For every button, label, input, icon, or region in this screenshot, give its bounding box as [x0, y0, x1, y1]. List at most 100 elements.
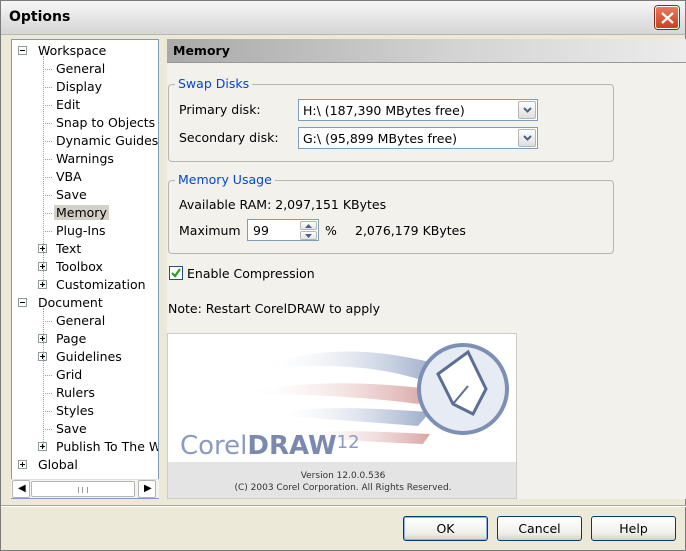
tree-item-customization[interactable]: Customization — [54, 276, 148, 294]
tree-item-label: Display — [56, 79, 103, 94]
increment-button[interactable] — [300, 221, 317, 230]
scroll-right-button[interactable]: ▶ — [138, 480, 156, 498]
primary-disk-dropdown-button[interactable] — [518, 101, 536, 119]
expand-icon[interactable] — [18, 460, 27, 469]
page-title: Memory — [173, 43, 230, 58]
tree-item-dynamic-guides[interactable]: Dynamic Guides — [54, 132, 159, 150]
coreldraw-logo-art: CorelDRAW12 — [180, 343, 509, 461]
tree-item-guidelines[interactable]: Guidelines — [54, 348, 124, 366]
enable-compression-label[interactable]: Enable Compression — [187, 266, 315, 281]
title-bar[interactable]: Options — [1, 1, 685, 35]
tree-item-label: Toolbox — [56, 259, 103, 274]
tree-item-global[interactable]: Global — [36, 456, 80, 474]
tree-item-label: Global — [38, 457, 78, 472]
tree-horizontal-scrollbar[interactable]: ◀ ▶ — [11, 479, 159, 498]
tree-item-edit[interactable]: Edit — [54, 96, 82, 114]
secondary-disk-dropdown-button[interactable] — [518, 129, 536, 147]
tree-item-warnings[interactable]: Warnings — [54, 150, 116, 168]
checkmark-icon — [171, 268, 181, 278]
tree-item-publish-to-the-web[interactable]: Publish To The Web — [54, 438, 158, 456]
tree-item-workspace[interactable]: Workspace — [36, 42, 108, 60]
scroll-thumb[interactable] — [31, 481, 135, 497]
tree-connector — [43, 375, 52, 376]
tree-item-label: VBA — [56, 169, 82, 184]
swap-disks-legend: Swap Disks — [175, 76, 253, 91]
tree-item-display[interactable]: Display — [54, 78, 104, 96]
collapse-icon[interactable] — [18, 298, 27, 307]
scroll-left-icon: ◀ — [18, 483, 26, 494]
tree-connector — [43, 123, 52, 124]
close-button[interactable] — [655, 6, 679, 29]
splash-copyright: (C) 2003 Corel Corporation. All Rights R… — [234, 483, 452, 493]
tree-item-label: Grid — [56, 367, 83, 382]
tree-item-document[interactable]: Document — [36, 294, 105, 312]
tree-item-general[interactable]: General — [54, 60, 107, 78]
scroll-right-icon: ▶ — [144, 483, 152, 494]
tree-item-label: Guidelines — [56, 349, 122, 364]
tree-connector — [43, 213, 52, 214]
options-tree[interactable]: Workspace General Display Edit Snap to Objec… — [11, 39, 159, 499]
splash-logo-text: CorelDRAW12 — [180, 431, 360, 461]
tree-item-label: Dynamic Guides — [56, 133, 159, 148]
coreldraw-splash-image: CorelDRAW12 Version 12.0.0.536 (C) 2003 … — [167, 333, 517, 499]
memory-usage-legend: Memory Usage — [175, 172, 275, 187]
tree-connector — [43, 321, 52, 322]
tree-item-label: Customization — [56, 277, 146, 292]
tree-item-rulers[interactable]: Rulers — [54, 384, 97, 402]
tree-item-save[interactable]: Save — [54, 186, 89, 204]
tree-item-label: Snap to Objects — [56, 115, 156, 130]
tree-item-label: Edit — [56, 97, 81, 112]
secondary-disk-select[interactable]: G:\ (95,899 MBytes free) — [298, 127, 538, 149]
chevron-down-icon — [523, 107, 532, 113]
restart-note: Note: Restart CorelDRAW to apply — [168, 301, 381, 316]
options-dialog: Options Workspace General Display Edit Snap … — [0, 0, 686, 551]
tree-connector — [43, 429, 52, 430]
tree-item-label: Memory — [54, 205, 109, 220]
tree-item-snap-to-objects[interactable]: Snap to Objects — [54, 114, 157, 132]
collapse-icon[interactable] — [18, 46, 27, 55]
tree-item-grid[interactable]: Grid — [54, 366, 84, 384]
window-title: Options — [9, 9, 71, 25]
tree-connector — [43, 159, 52, 160]
chevron-down-icon — [523, 135, 532, 141]
maximum-percent-value[interactable]: 99 — [253, 223, 269, 238]
tree-item-label: Publish To The Web — [56, 439, 158, 454]
cancel-button[interactable]: Cancel — [497, 516, 582, 541]
secondary-disk-value: G:\ (95,899 MBytes free) — [303, 131, 458, 146]
tree-item-memory[interactable]: Memory — [54, 204, 109, 222]
memory-page: Memory Swap Disks Primary disk: H:\ (187… — [167, 39, 686, 499]
tree-item-styles[interactable]: Styles — [54, 402, 96, 420]
page-header: Memory — [167, 39, 686, 63]
tree-item-label: Workspace — [38, 43, 107, 58]
tree-connector — [43, 69, 52, 70]
primary-disk-label: Primary disk: — [179, 102, 261, 117]
memory-usage-group: Memory Usage Available RAM: 2,097,151 KB… — [168, 172, 614, 254]
tree-connector — [43, 177, 52, 178]
maximum-percent-stepper[interactable]: 99 — [247, 219, 319, 241]
tree-item-label: Page — [56, 331, 87, 346]
chevron-up-icon — [305, 224, 312, 228]
tree-connector — [43, 195, 52, 196]
tree-connector — [43, 308, 44, 448]
maximum-label: Maximum — [179, 223, 241, 238]
tree-item-plug-ins[interactable]: Plug-Ins — [54, 222, 108, 240]
enable-compression-checkbox[interactable] — [169, 266, 183, 280]
decrement-button[interactable] — [300, 231, 317, 240]
tree-item-vba[interactable]: VBA — [54, 168, 84, 186]
tree-item-toolbox[interactable]: Toolbox — [54, 258, 105, 276]
splash-version: Version 12.0.0.536 — [300, 471, 386, 481]
primary-disk-select[interactable]: H:\ (187,390 MBytes free) — [298, 99, 538, 121]
scroll-left-button[interactable]: ◀ — [12, 480, 30, 498]
tree-item-text[interactable]: Text — [54, 240, 83, 258]
tree-item-general[interactable]: General — [54, 312, 107, 330]
tree-item-label: Plug-Ins — [56, 223, 106, 238]
tree-item-page[interactable]: Page — [54, 330, 88, 348]
tree-item-label: Rulers — [56, 385, 95, 400]
secondary-disk-label: Secondary disk: — [179, 130, 279, 145]
ok-button[interactable]: OK — [403, 516, 488, 541]
tree-item-label: General — [56, 313, 106, 328]
maximum-kbytes-text: 2,076,179 KBytes — [355, 223, 466, 238]
help-button[interactable]: Help — [591, 516, 676, 541]
tree-item-save[interactable]: Save — [54, 420, 89, 438]
chevron-down-icon — [305, 234, 312, 238]
